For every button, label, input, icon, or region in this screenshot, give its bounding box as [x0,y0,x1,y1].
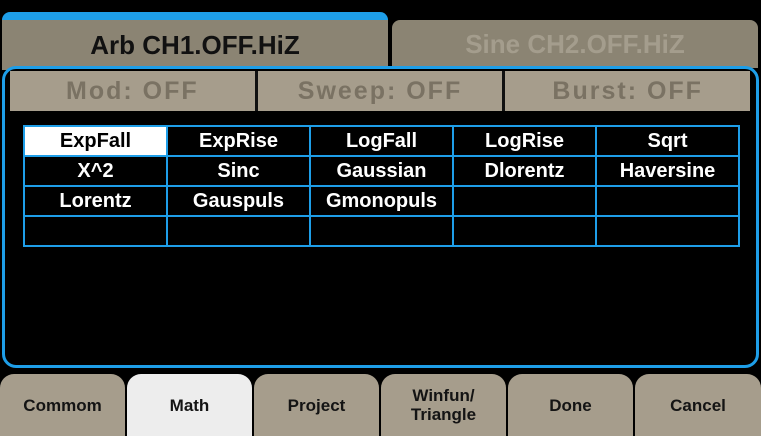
softkey-bar: Commom Math Project Winfun/ Triangle Don… [0,374,761,436]
table-row: Lorentz Gauspuls Gmonopuls [23,185,740,217]
done-softkey[interactable]: Done [508,374,633,436]
waveform-cell-empty [166,215,311,247]
waveform-cell-sqrt[interactable]: Sqrt [595,125,740,157]
status-mod: Mod: OFF [66,76,199,105]
waveform-cell-haversine[interactable]: Haversine [595,155,740,187]
channel-tab-ch1[interactable]: Arb CH1.OFF.HiZ [2,12,388,70]
waveform-cell-empty [452,185,597,217]
winfun-triangle-label: Winfun/ Triangle [411,386,476,424]
waveform-cell-dlorentz[interactable]: Dlorentz [452,155,597,187]
waveform-cell-logfall[interactable]: LogFall [309,125,454,157]
table-row: X^2 Sinc Gaussian Dlorentz Haversine [23,155,740,187]
waveform-cell-empty [309,215,454,247]
waveform-cell-gauspuls[interactable]: Gauspuls [166,185,311,217]
waveform-cell-gaussian[interactable]: Gaussian [309,155,454,187]
waveform-cell-lorentz[interactable]: Lorentz [23,185,168,217]
waveform-cell-empty [595,185,740,217]
waveform-cell-empty [452,215,597,247]
status-burst: Burst: OFF [502,71,750,111]
channel-tab-ch1-label: Arb CH1.OFF.HiZ [90,29,300,60]
winfun-label-line2: Triangle [410,405,477,424]
table-row: ExpFall ExpRise LogFall LogRise Sqrt [23,125,740,157]
table-row [23,215,740,247]
waveform-cell-x2[interactable]: X^2 [23,155,168,187]
status-sweep: Sweep: OFF [254,71,503,111]
waveform-cell-empty [23,215,168,247]
math-softkey[interactable]: Math [127,374,252,436]
waveform-cell-sinc[interactable]: Sinc [166,155,311,187]
channel-tab-ch2-label: Sine CH2.OFF.HiZ [465,28,685,59]
status-bar: Mod: OFF Sweep: OFF Burst: OFF [10,71,750,111]
waveform-cell-logrise[interactable]: LogRise [452,125,597,157]
channel-tab-ch2[interactable]: Sine CH2.OFF.HiZ [392,20,758,68]
commom-softkey[interactable]: Commom [0,374,125,436]
winfun-triangle-softkey[interactable]: Winfun/ Triangle [381,374,506,436]
project-softkey[interactable]: Project [254,374,379,436]
waveform-panel: Mod: OFF Sweep: OFF Burst: OFF ExpFall E… [2,66,759,368]
waveform-cell-empty [595,215,740,247]
waveform-cell-gmonopuls[interactable]: Gmonopuls [309,185,454,217]
winfun-label-line1: Winfun/ [412,386,475,405]
cancel-softkey[interactable]: Cancel [635,374,761,436]
waveform-grid: ExpFall ExpRise LogFall LogRise Sqrt X^2… [23,125,740,247]
waveform-cell-expfall[interactable]: ExpFall [23,125,168,157]
waveform-cell-exprise[interactable]: ExpRise [166,125,311,157]
